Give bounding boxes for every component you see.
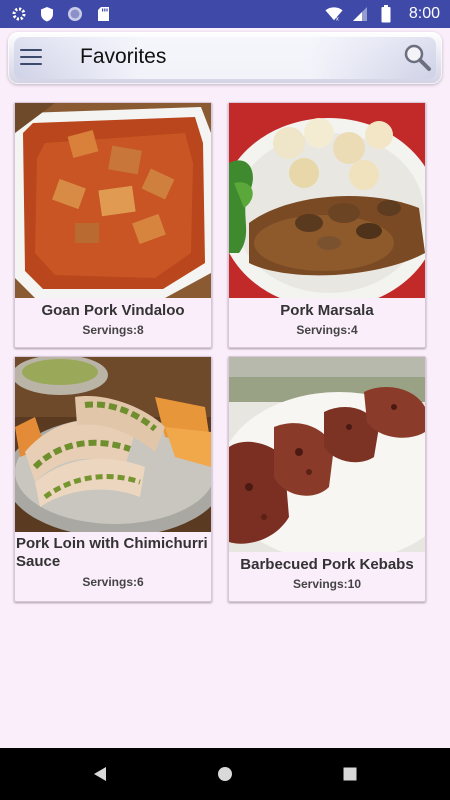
page-title: Favorites — [80, 45, 167, 68]
status-time: 8:00 — [408, 5, 440, 22]
recipe-servings: Servings:8 — [82, 323, 144, 337]
recipe-card[interactable]: Barbecued Pork Kebabs Servings:10 — [228, 356, 426, 602]
app-bar-gloss — [14, 37, 436, 79]
recipe-servings: Servings:6 — [82, 575, 144, 589]
circle-icon — [66, 5, 84, 23]
recipe-title: Barbecued Pork Kebabs — [240, 556, 414, 573]
recipe-card[interactable]: Pork Loin with Chimichurri Sauce Serving… — [14, 356, 212, 602]
status-bar: x 8:00 — [0, 0, 450, 28]
shield-icon — [38, 5, 56, 23]
wifi-icon: x — [325, 5, 343, 23]
recipe-title: Goan Pork Vindaloo — [41, 302, 185, 319]
gear-icon — [10, 5, 28, 23]
home-icon[interactable] — [217, 766, 233, 787]
recipe-card[interactable]: Goan Pork Vindaloo Servings:8 — [14, 102, 212, 348]
hamburger-menu-icon[interactable] — [20, 46, 42, 68]
recipe-image-vindaloo — [15, 103, 211, 298]
signal-icon — [351, 5, 369, 23]
recipe-servings: Servings:10 — [292, 577, 362, 591]
recipe-image-kebabs — [229, 357, 425, 552]
recipe-image-chimichurri — [15, 357, 211, 532]
battery-icon — [377, 5, 395, 23]
sd-card-icon — [94, 5, 112, 23]
recipe-title: Pork Loin with Chimichurri Sauce — [16, 535, 208, 570]
navigation-bar — [0, 748, 450, 800]
app-bar: Favorites — [8, 32, 442, 84]
recipe-servings: Servings:4 — [296, 323, 358, 337]
recipe-card[interactable]: Pork Marsala Servings:4 — [228, 102, 426, 348]
back-icon[interactable] — [92, 766, 108, 787]
svg-text:x: x — [336, 15, 340, 22]
recipe-title: Pork Marsala — [280, 302, 374, 319]
recipe-image-marsala — [229, 103, 425, 298]
search-icon[interactable] — [402, 42, 432, 72]
recents-icon[interactable] — [342, 766, 358, 787]
